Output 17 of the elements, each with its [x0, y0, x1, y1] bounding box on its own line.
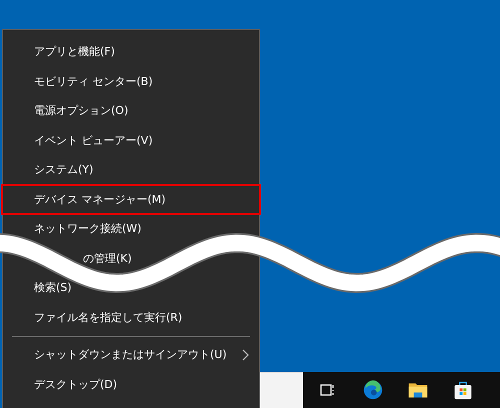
chevron-right-icon	[242, 348, 249, 361]
menu-item[interactable]: デスクトップ(D)	[3, 370, 259, 399]
menu-item[interactable]: モビリティ センター(B)	[3, 66, 259, 96]
menu-item[interactable]: シャットダウンまたはサインアウト(U)	[3, 340, 259, 370]
menu-item[interactable]: ファイル名を指定して実行(R)	[3, 302, 259, 332]
task-view-icon[interactable]	[320, 382, 336, 398]
menu-item[interactable]: デバイス マネージャー(M)	[2, 184, 260, 214]
search-field[interactable]	[260, 372, 303, 408]
browser-icon[interactable]	[363, 380, 383, 400]
menu-item[interactable]: ネットワーク接続(W)	[3, 214, 259, 244]
menu-item[interactable]: アプリと機能(F)	[3, 37, 259, 66]
menu-item[interactable]: システム(Y)	[3, 155, 259, 184]
menu-item[interactable]: 電源オプション(O)	[3, 96, 259, 126]
menu-item[interactable]: イベント ビューアー(V)	[3, 126, 259, 155]
shopping-bag-icon[interactable]	[453, 380, 473, 400]
menu-item[interactable]: の管理(K)	[83, 250, 132, 266]
menu-item[interactable]: 検索(S)	[3, 273, 259, 302]
